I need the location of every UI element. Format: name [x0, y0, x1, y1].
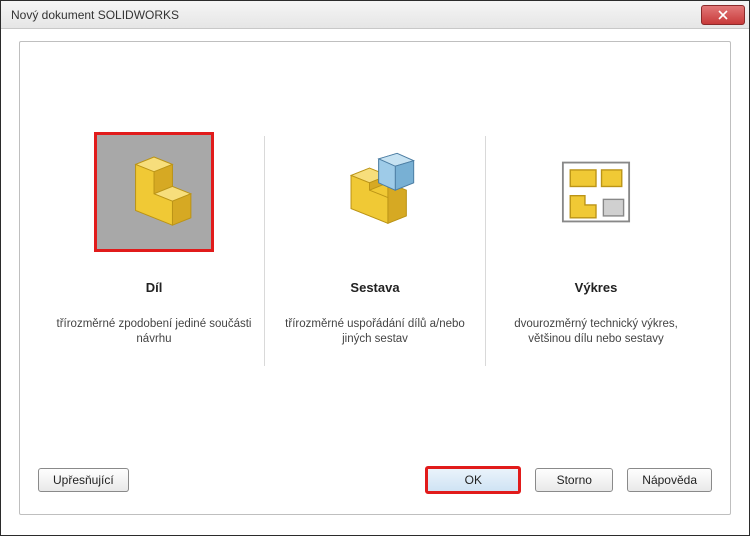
assembly-title: Sestava: [350, 280, 399, 295]
part-icon: [108, 146, 200, 238]
titlebar: Nový dokument SOLIDWORKS: [1, 1, 749, 29]
drawing-icon-box[interactable]: [536, 132, 656, 252]
assembly-icon-box[interactable]: [315, 132, 435, 252]
right-buttons: OK Storno Nápověda: [425, 466, 712, 494]
drawing-desc: dvourozměrný technický výkres, většinou …: [496, 317, 696, 347]
assembly-icon: [329, 146, 421, 238]
part-title: Díl: [146, 280, 163, 295]
option-assembly[interactable]: Sestava třírozměrné uspořádání dílů a/ne…: [265, 132, 485, 347]
close-icon: [718, 10, 728, 20]
part-icon-box[interactable]: [94, 132, 214, 252]
close-button[interactable]: [701, 5, 745, 25]
drawing-icon: [550, 146, 642, 238]
ok-button[interactable]: OK: [425, 466, 521, 494]
drawing-title: Výkres: [575, 280, 618, 295]
cancel-button[interactable]: Storno: [535, 468, 613, 492]
content-panel: Díl třírozměrné zpodobení jediné součást…: [19, 41, 731, 515]
part-desc: třírozměrné zpodobení jediné součásti ná…: [54, 317, 254, 347]
option-drawing[interactable]: Výkres dvourozměrný technický výkres, vě…: [486, 132, 706, 347]
options-row: Díl třírozměrné zpodobení jediné součást…: [20, 132, 730, 366]
assembly-desc: třírozměrné uspořádání dílů a/nebo jinýc…: [275, 317, 475, 347]
option-part[interactable]: Díl třírozměrné zpodobení jediné součást…: [44, 132, 264, 347]
dialog-window: Nový dokument SOLIDWORKS: [0, 0, 750, 536]
advanced-button[interactable]: Upřesňující: [38, 468, 129, 492]
window-title: Nový dokument SOLIDWORKS: [11, 8, 179, 22]
button-bar: Upřesňující OK Storno Nápověda: [38, 466, 712, 494]
help-button[interactable]: Nápověda: [627, 468, 712, 492]
